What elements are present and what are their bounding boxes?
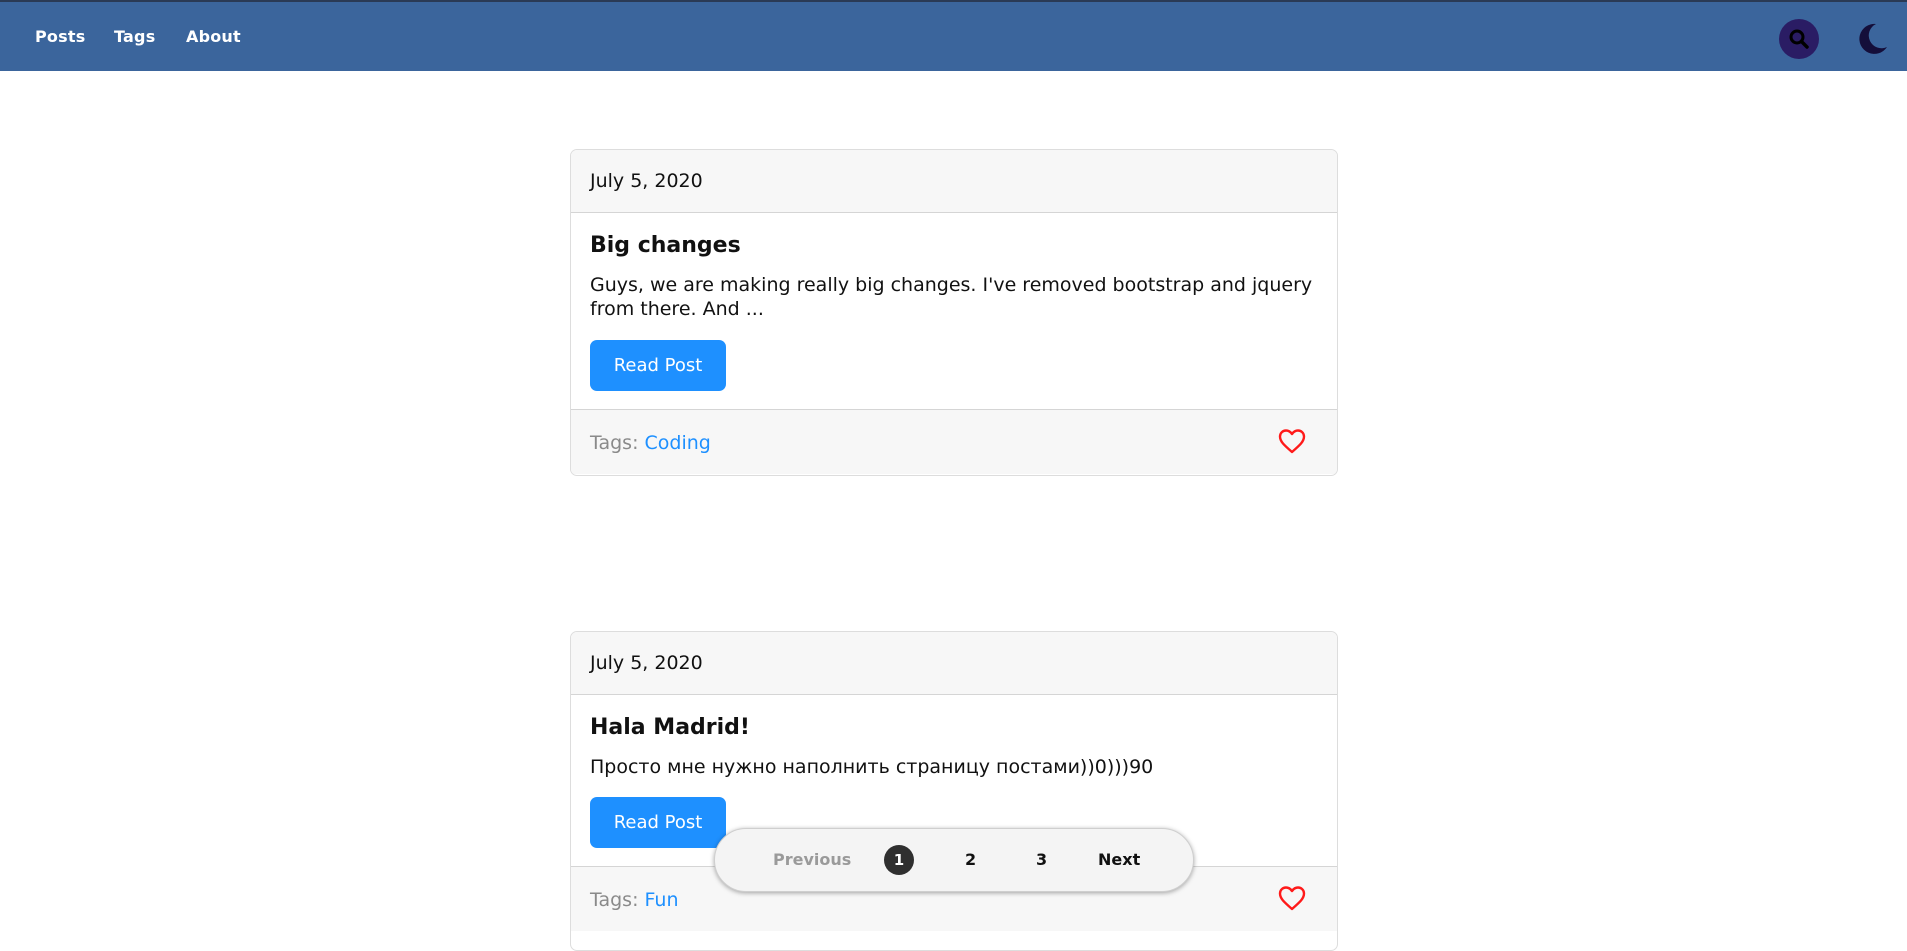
post-title: Big changes: [590, 233, 741, 258]
pagination-page-2[interactable]: 2: [965, 850, 976, 869]
tags-row: Tags: Fun: [590, 889, 679, 911]
card-footer: Tags: Coding: [571, 410, 1337, 474]
theme-toggle-button[interactable]: [1854, 21, 1890, 57]
tags-row: Tags: Coding: [590, 432, 711, 454]
moon-icon: [1859, 23, 1887, 54]
card-header: July 5, 2020: [571, 632, 1337, 695]
post-card: July 5, 2020 Big changes Guys, we are ma…: [570, 149, 1338, 476]
navbar: Posts Tags About: [0, 0, 1907, 71]
post-excerpt: Guys, we are making really big changes. …: [590, 274, 1313, 320]
pagination: Previous 1 2 3 Next: [714, 828, 1194, 892]
read-post-button[interactable]: Read Post: [590, 797, 726, 848]
heart-icon: [1278, 886, 1306, 911]
pagination-page-3[interactable]: 3: [1036, 850, 1047, 869]
post-date: July 5, 2020: [590, 170, 703, 192]
post-title: Hala Madrid!: [590, 715, 750, 740]
search-icon: [1789, 29, 1809, 49]
like-button[interactable]: [1278, 885, 1306, 911]
nav-about-link[interactable]: About: [186, 27, 241, 46]
read-post-button[interactable]: Read Post: [590, 340, 726, 391]
post-excerpt: Просто мне нужно наполнить страницу пост…: [590, 756, 1154, 778]
pagination-previous[interactable]: Previous: [773, 850, 851, 869]
tags-label: Tags:: [590, 889, 639, 911]
nav-posts-link[interactable]: Posts: [35, 27, 85, 46]
tag-link[interactable]: Coding: [645, 432, 711, 454]
card-body: Big changes Guys, we are making really b…: [571, 213, 1337, 410]
post-date: July 5, 2020: [590, 652, 703, 674]
like-button[interactable]: [1278, 428, 1306, 454]
nav-tags-link[interactable]: Tags: [114, 27, 155, 46]
card-header: July 5, 2020: [571, 150, 1337, 213]
pagination-next[interactable]: Next: [1098, 850, 1140, 869]
search-button[interactable]: [1779, 19, 1819, 59]
tags-label: Tags:: [590, 432, 639, 454]
post-card: July 5, 2020 Hala Madrid! Просто мне нуж…: [570, 631, 1338, 951]
tag-link[interactable]: Fun: [645, 889, 679, 911]
pagination-page-1[interactable]: 1: [884, 845, 914, 875]
heart-icon: [1278, 429, 1306, 454]
